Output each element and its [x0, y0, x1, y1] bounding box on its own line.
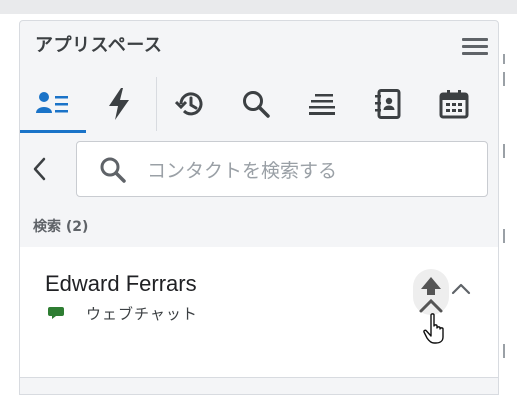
calendar-icon [439, 90, 469, 119]
chat-bubble-icon [48, 307, 64, 319]
tab-quick-actions[interactable] [86, 75, 152, 133]
address-book-icon [375, 89, 401, 119]
channel-label: ウェブチャット [86, 304, 198, 323]
window-top-strip [0, 0, 517, 14]
edge-mark [503, 344, 505, 358]
contact-result-card[interactable]: Edward Ferrars ウェブチャット [20, 247, 498, 377]
queue-icon [309, 94, 335, 115]
accept-button[interactable] [413, 269, 449, 315]
back-button[interactable] [28, 153, 52, 185]
panel-title: アプリスペース [35, 35, 163, 56]
tab-bar [20, 75, 498, 133]
panel-bottom-divider [20, 377, 498, 378]
contact-search-box[interactable] [76, 141, 488, 197]
tab-queue[interactable] [289, 75, 355, 133]
channel-row: ウェブチャット [48, 303, 198, 323]
edge-mark [503, 229, 505, 243]
hand-pointer-cursor-icon [423, 313, 444, 344]
menu-icon-bar [462, 45, 488, 48]
tab-contacts[interactable] [20, 75, 86, 133]
app-space-panel: アプリスペース コンタクトを検索する 検索 (2) Edward Ferrars… [19, 20, 499, 395]
lightning-icon [109, 88, 129, 120]
tab-calendar[interactable] [421, 75, 487, 133]
panel-header: アプリスペース [20, 21, 498, 67]
contact-search-input[interactable] [145, 156, 479, 186]
edge-mark [503, 54, 505, 64]
collapse-button[interactable] [450, 279, 472, 299]
arrow-up-icon [419, 277, 443, 313]
tab-directory[interactable] [355, 75, 421, 133]
edge-mark [503, 144, 505, 158]
edge-mark [503, 72, 505, 86]
contact-name: Edward Ferrars [45, 271, 197, 296]
search-results-label: 検索 (2) [33, 219, 89, 235]
tab-search[interactable] [223, 75, 289, 133]
chevron-left-icon [33, 157, 46, 181]
search-icon [100, 157, 126, 183]
history-icon [175, 92, 203, 116]
tab-history[interactable] [157, 75, 223, 133]
adjacent-panel-edge [500, 14, 517, 393]
search-icon [243, 91, 270, 118]
menu-icon-bar [462, 38, 488, 41]
hamburger-menu-button[interactable] [460, 35, 490, 57]
menu-icon-bar [462, 52, 488, 55]
search-row [20, 141, 498, 201]
contacts-icon [36, 92, 68, 113]
chevron-up-icon [451, 283, 471, 295]
